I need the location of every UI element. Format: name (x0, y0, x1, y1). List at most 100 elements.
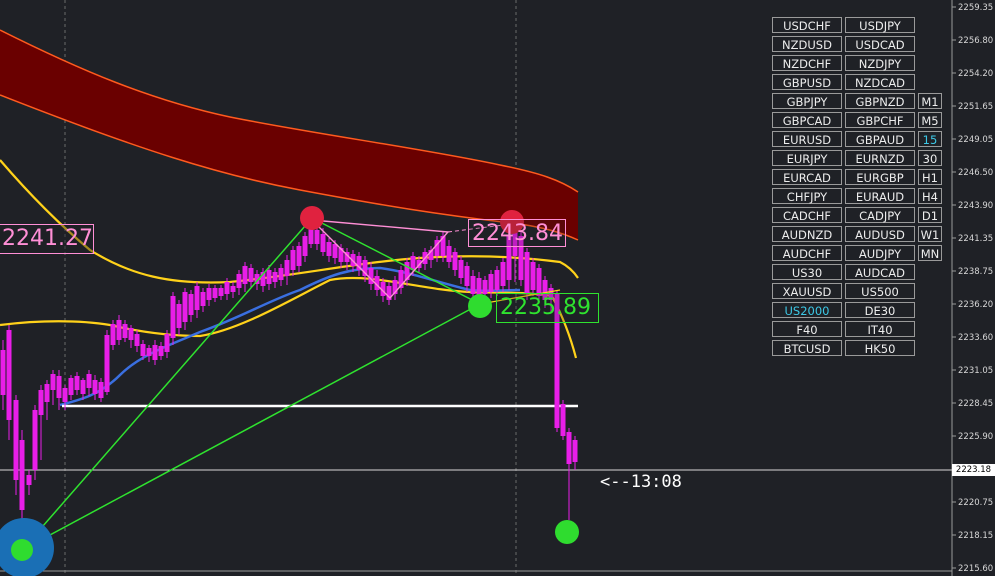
timeframe-button-h4[interactable]: H4 (918, 188, 942, 204)
low-point-dot[interactable] (11, 539, 33, 561)
symbol-button-chfjpy[interactable]: CHFJPY (772, 188, 842, 204)
price-axis-label: 2218.15 (958, 531, 993, 541)
candle-body (326, 242, 332, 256)
timeframe-button-h1[interactable]: H1 (918, 169, 942, 185)
symbol-button-cadjpy[interactable]: CADJPY (845, 207, 915, 223)
symbol-button-audcad[interactable]: AUDCAD (845, 264, 915, 280)
candle-body (92, 380, 98, 394)
candle-body (332, 244, 338, 258)
symbol-button-gbpnzd[interactable]: GBPNZD (845, 93, 915, 109)
symbol-button-cadchf[interactable]: CADCHF (772, 207, 842, 223)
candle-body (320, 234, 326, 252)
symbol-button-audusd[interactable]: AUDUSD (845, 226, 915, 242)
symbol-button-audjpy[interactable]: AUDJPY (845, 245, 915, 261)
price-axis-label: 2233.60 (958, 333, 993, 343)
symbol-button-gbpjpy[interactable]: GBPJPY (772, 93, 842, 109)
symbol-button-usdjpy[interactable]: USDJPY (845, 17, 915, 33)
price-axis-label: 2236.20 (958, 300, 993, 310)
symbol-button-f40[interactable]: F40 (772, 321, 842, 337)
timeframe-button-d1[interactable]: D1 (918, 207, 942, 223)
price-axis-label: 2215.60 (958, 564, 993, 574)
timeframe-button-m5[interactable]: M5 (918, 112, 942, 128)
candle-body (110, 324, 116, 345)
candle-body (464, 266, 470, 286)
price-axis-label: 2259.35 (958, 3, 993, 13)
price-tag-low: 2235.89 (496, 293, 599, 323)
symbol-button-nzdjpy[interactable]: NZDJPY (845, 55, 915, 71)
symbol-button-gbpcad[interactable]: GBPCAD (772, 112, 842, 128)
candle-body (410, 256, 416, 270)
timeframe-button-15[interactable]: 15 (918, 131, 942, 147)
symbol-button-hk50[interactable]: HK50 (845, 340, 915, 356)
candle-body (164, 334, 170, 352)
candle-body (482, 280, 488, 294)
symbol-button-usdcad[interactable]: USDCAD (845, 36, 915, 52)
symbol-button-gbpaud[interactable]: GBPAUD (845, 131, 915, 147)
symbol-button-us2000[interactable]: US2000 (772, 302, 842, 318)
symbol-button-audnzd[interactable]: AUDNZD (772, 226, 842, 242)
candle-body (272, 272, 278, 282)
symbol-button-eurjpy[interactable]: EURJPY (772, 150, 842, 166)
symbol-button-gbpchf[interactable]: GBPCHF (845, 112, 915, 128)
timeframe-button-m1[interactable]: M1 (918, 93, 942, 109)
symbol-button-eurusd[interactable]: EURUSD (772, 131, 842, 147)
symbol-button-euraud[interactable]: EURAUD (845, 188, 915, 204)
candle-body (62, 388, 68, 402)
timeframe-button-mn[interactable]: MN (918, 245, 942, 261)
candle-body (128, 328, 134, 340)
symbol-button-us30[interactable]: US30 (772, 264, 842, 280)
candle-body (236, 274, 242, 288)
candle-body (98, 382, 104, 398)
price-axis-label: 2220.75 (958, 498, 993, 508)
price-axis-label: 2254.20 (958, 69, 993, 79)
candle-body (500, 262, 506, 286)
candle-body (170, 296, 176, 338)
symbol-button-xauusd[interactable]: XAUUSD (772, 283, 842, 299)
price-tag-left: 2241.27 (0, 224, 94, 254)
symbol-button-nzdchf[interactable]: NZDCHF (772, 55, 842, 71)
current-price-tag: 2223.18 (952, 464, 995, 476)
candle-body (296, 246, 302, 266)
candle-body (146, 348, 152, 356)
candle-body (68, 378, 74, 395)
low-point-dot[interactable] (468, 294, 492, 318)
symbol-button-eurcad[interactable]: EURCAD (772, 169, 842, 185)
candle-body (284, 260, 290, 276)
candle-body (13, 400, 19, 480)
symbol-button-nzdusd[interactable]: NZDUSD (772, 36, 842, 52)
candle-body (212, 288, 218, 298)
candle-body (446, 246, 452, 262)
candle-body (122, 324, 128, 338)
symbol-button-gbpusd[interactable]: GBPUSD (772, 74, 842, 90)
candle-body (134, 334, 140, 346)
candle-body (32, 410, 38, 470)
timeframe-button-30[interactable]: 30 (918, 150, 942, 166)
candle-body (140, 344, 146, 356)
candle-body (0, 350, 6, 395)
symbol-button-it40[interactable]: IT40 (845, 321, 915, 337)
price-tag-high: 2243.84 (468, 219, 566, 247)
candle-body (80, 380, 86, 394)
price-axis-label: 2225.90 (958, 432, 993, 442)
candle-body (560, 404, 566, 436)
candle-body (116, 320, 122, 340)
symbol-button-us500[interactable]: US500 (845, 283, 915, 299)
price-axis-label: 2249.05 (958, 135, 993, 145)
candle-body (290, 250, 296, 270)
symbol-button-btcusd[interactable]: BTCUSD (772, 340, 842, 356)
symbol-button-usdchf[interactable]: USDCHF (772, 17, 842, 33)
symbol-button-eurnzd[interactable]: EURNZD (845, 150, 915, 166)
high-point-dot[interactable] (300, 206, 324, 230)
symbol-button-audchf[interactable]: AUDCHF (772, 245, 842, 261)
candle-body (38, 390, 44, 415)
price-axis-label: 2238.75 (958, 267, 993, 277)
candle-body (182, 292, 188, 322)
candle-body (194, 286, 200, 310)
timeframe-button-w1[interactable]: W1 (918, 226, 942, 242)
symbol-button-nzdcad[interactable]: NZDCAD (845, 74, 915, 90)
symbol-button-eurgbp[interactable]: EURGBP (845, 169, 915, 185)
symbol-button-de30[interactable]: DE30 (845, 302, 915, 318)
candle-body (26, 475, 32, 485)
candle-body (488, 274, 494, 292)
target-point-dot[interactable] (555, 520, 579, 544)
